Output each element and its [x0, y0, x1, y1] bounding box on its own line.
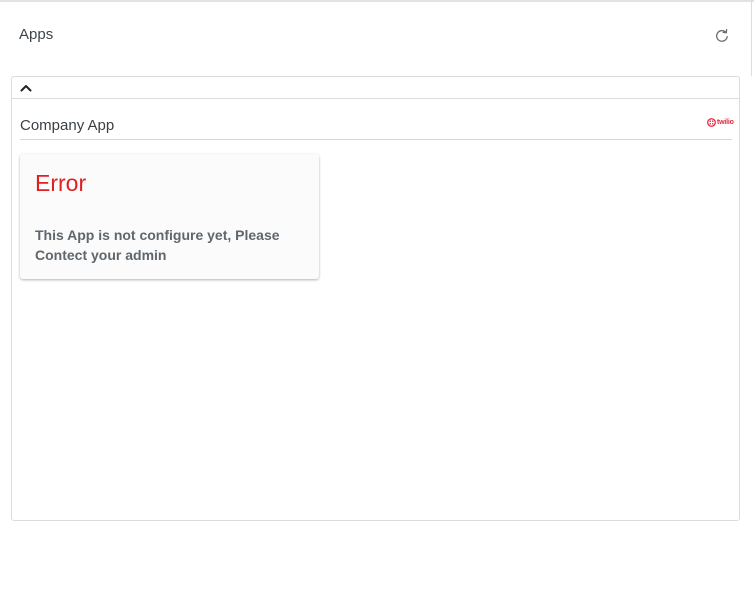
app-divider	[20, 139, 732, 140]
twilio-logo-mark	[707, 117, 716, 127]
apps-header: Apps	[0, 2, 751, 66]
error-message: This App is not configure yet, Please Co…	[35, 227, 280, 263]
right-border	[751, 0, 752, 76]
twilio-logo-text: twilio	[717, 118, 734, 126]
error-card: Error This App is not configure yet, Ple…	[20, 154, 319, 279]
refresh-button[interactable]	[712, 26, 732, 46]
chevron-up-icon	[20, 85, 32, 92]
error-title: Error	[35, 170, 87, 196]
app-title: Company App	[20, 117, 115, 134]
collapse-button[interactable]	[19, 81, 33, 95]
refresh-icon	[716, 28, 728, 42]
panel-toolbar	[12, 77, 739, 99]
page-title: Apps	[19, 26, 54, 43]
apps-panel: Company App twilio Error This App is not…	[11, 76, 740, 521]
twilio-logo: twilio	[707, 116, 734, 128]
